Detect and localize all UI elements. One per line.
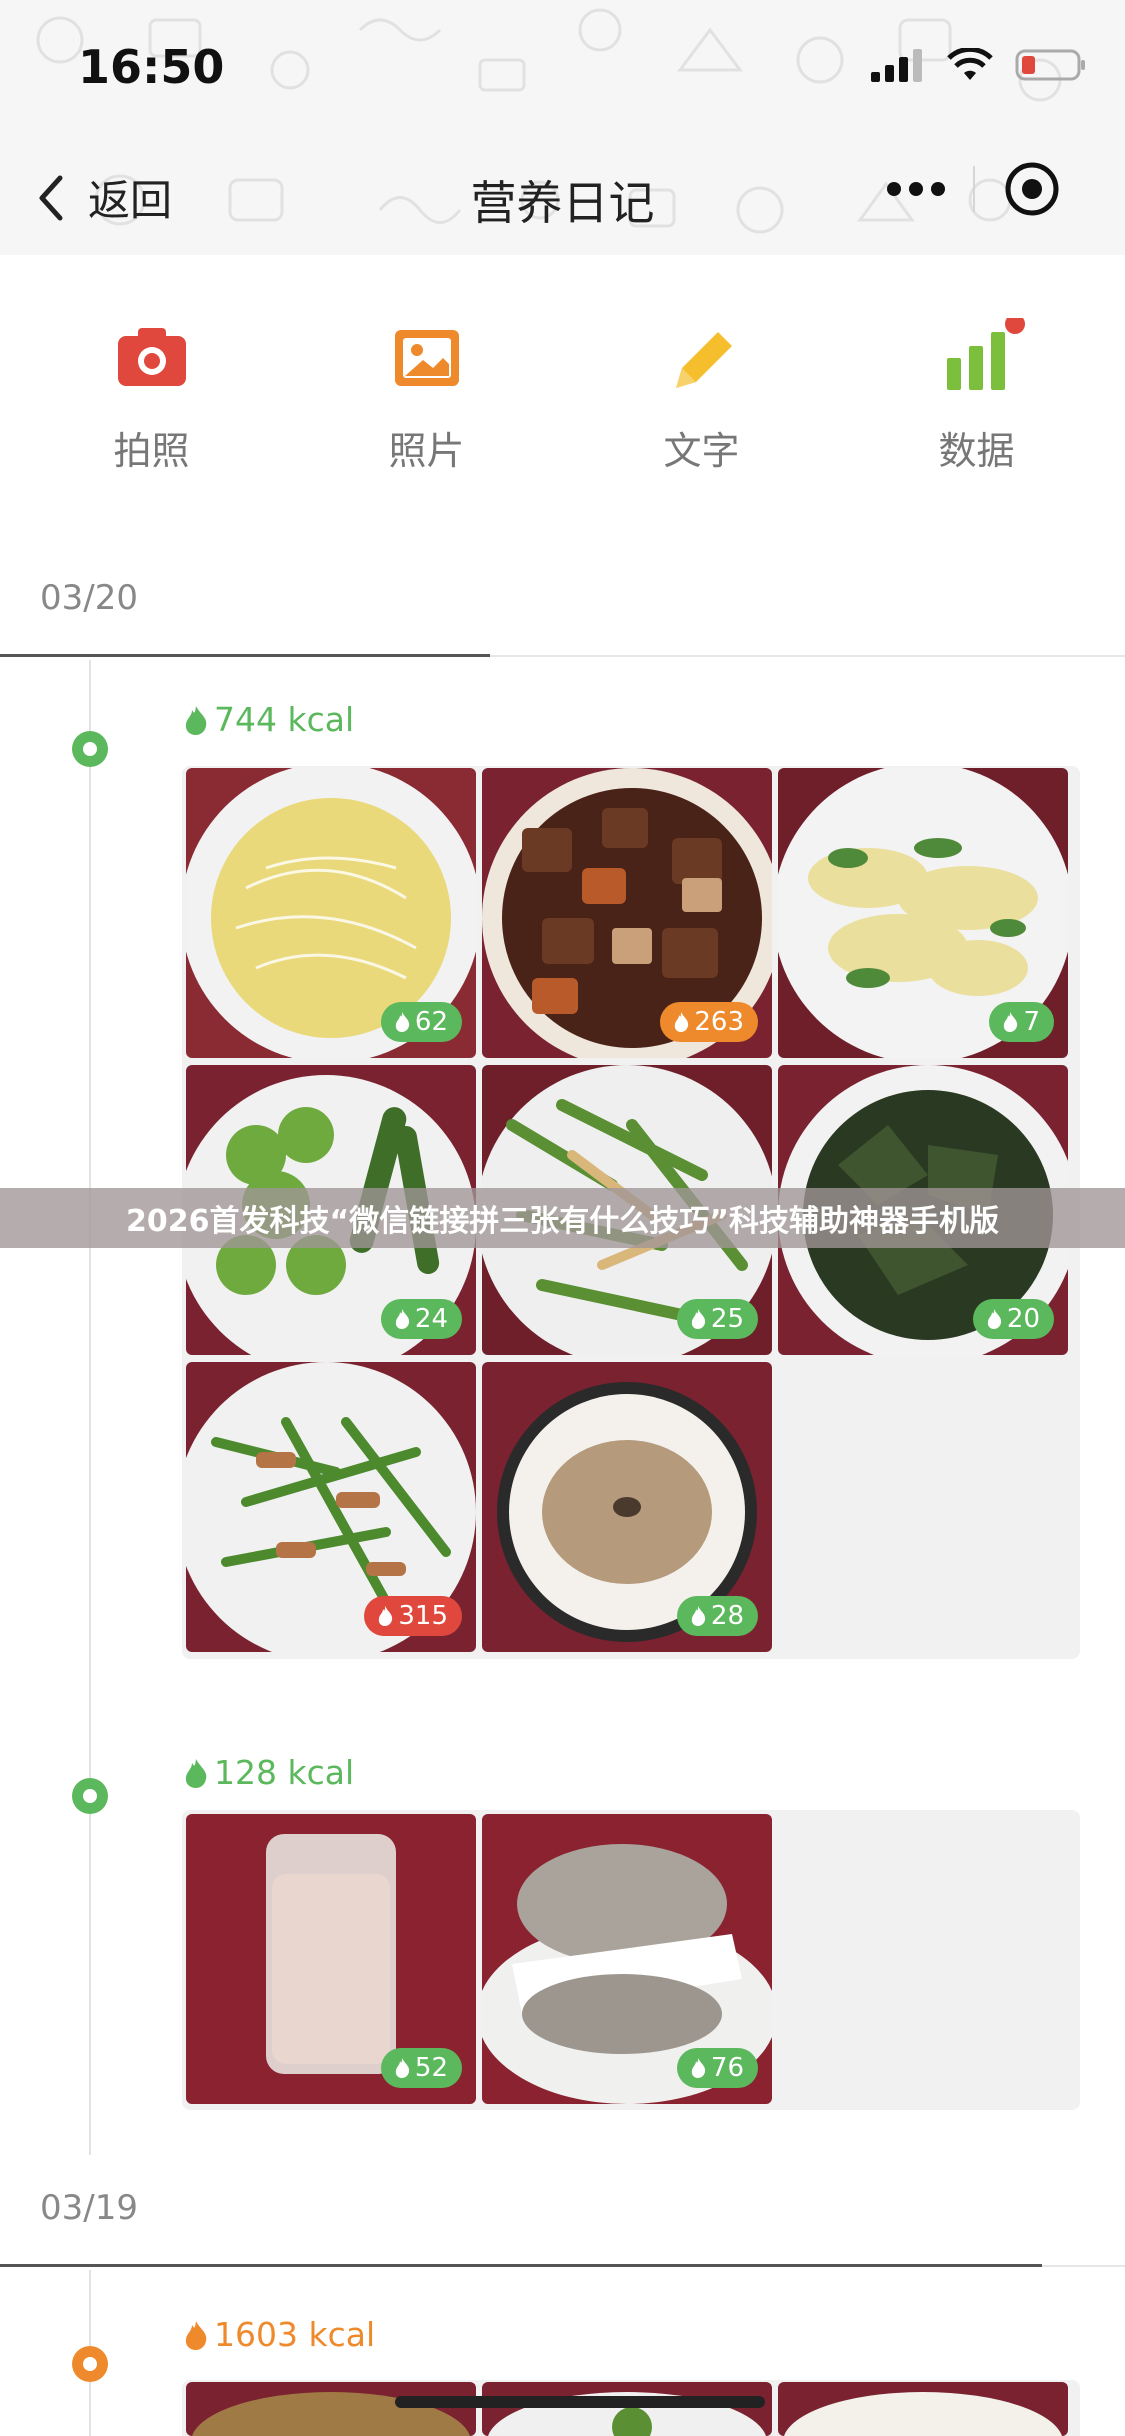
timeline-dot [72,731,108,767]
date-divider-active [0,654,490,657]
photo-kcal-value: 24 [414,1304,448,1334]
mini-program-capsule [859,153,1089,225]
flame-icon [185,705,207,735]
notification-dot [1004,314,1025,334]
meal-photo[interactable] [778,2382,1068,2436]
camera-button[interactable]: 拍照 [14,318,289,488]
date-header-0320: 03/20 [0,570,1125,660]
camera-icon [117,328,186,386]
meal-kcal-label: 744 kcal [214,700,355,739]
more-button[interactable] [859,153,973,225]
photo-kcal-badge: 24 [380,1299,462,1339]
meal-photo-grid: 52 76 [182,1810,1080,2110]
overlay-banner: 2026首发科技“微信链接拼三张有什么技巧”科技辅助神器手机版 [0,1188,1125,1248]
timeline-dot [72,2346,108,2382]
photo-kcal-value: 25 [710,1304,744,1334]
meal-kcal-total: 744 kcal [182,700,354,739]
photo-kcal-badge: 62 [380,1002,462,1042]
text-entry-button[interactable]: 文字 [564,318,839,488]
action-toolbar: 拍照 照片 文字 数据 [0,314,1125,488]
date-divider-active [0,2264,1042,2267]
home-indicator[interactable] [395,2396,765,2408]
food-image-partial [778,2382,1068,2436]
timeline-dot [72,1778,108,1814]
photo-kcal-value: 315 [398,1601,448,1631]
meal-kcal-total: 128 kcal [182,1753,354,1792]
status-bar: 16:50 [0,0,1125,135]
photo-album-button[interactable]: 照片 [289,318,564,488]
meal-photo[interactable]: 62 [186,768,476,1058]
wifi-icon [947,48,993,80]
photo-kcal-value: 76 [710,2053,744,2083]
photo-kcal-badge: 263 [660,1002,758,1042]
flame-icon [395,2058,410,2078]
flame-icon [987,1309,1002,1329]
flame-icon [675,1012,689,1032]
date-label: 03/19 [40,2188,138,2228]
photo-kcal-value: 62 [414,1007,448,1037]
photo-album-label: 照片 [388,429,465,473]
meal-photo[interactable] [186,2382,476,2436]
date-header-0319: 03/19 [0,2180,1125,2270]
photo-kcal-value: 20 [1006,1304,1040,1334]
target-close-icon [1005,162,1059,216]
meal-photo[interactable]: 315 [186,1362,476,1652]
timeline-line [89,660,91,2155]
meal-photo[interactable]: 28 [482,1362,772,1652]
meal-kcal-label: 1603 kcal [214,2315,376,2354]
photo-kcal-badge: 20 [972,1299,1054,1339]
photo-kcal-value: 263 [694,1007,744,1037]
meal-photo[interactable] [482,2382,772,2436]
flame-icon [691,2058,706,2078]
food-image-partial [186,2382,476,2436]
meal-photo-grid [182,2380,1080,2436]
photo-kcal-badge: 25 [676,1299,758,1339]
bar-chart-icon [946,314,1025,390]
data-label: 数据 [938,429,1015,473]
photo-kcal-badge: 315 [364,1596,462,1636]
flame-icon [395,1309,410,1329]
meal-photo[interactable]: 263 [482,768,772,1058]
meal-kcal-total: 1603 kcal [182,2315,375,2354]
photo-kcal-value: 28 [710,1601,744,1631]
navigation-bar: 返回 营养日记 [0,145,1125,240]
flame-icon [691,1309,706,1329]
photo-kcal-value: 52 [414,2053,448,2083]
close-mini-program-button[interactable] [975,153,1089,225]
date-label: 03/20 [40,578,138,618]
photo-kcal-badge: 7 [989,1002,1054,1042]
meal-kcal-label: 128 kcal [214,1753,355,1792]
image-icon [394,330,459,386]
flame-icon [185,2320,207,2350]
status-time: 16:50 [78,40,225,94]
battery-icon [1015,49,1085,81]
photo-kcal-badge: 76 [676,2048,758,2088]
more-dots-icon [887,182,945,196]
camera-label: 拍照 [113,429,190,473]
meal-photo[interactable]: 76 [482,1814,772,2104]
food-image-partial [482,2382,772,2436]
photo-kcal-badge: 28 [676,1596,758,1636]
data-button[interactable]: 数据 [839,314,1114,488]
text-entry-label: 文字 [663,429,740,473]
photo-kcal-badge: 52 [380,2048,462,2088]
flame-icon [395,1012,410,1032]
meal-photo[interactable]: 7 [778,768,1068,1058]
meal-photo[interactable]: 52 [186,1814,476,2104]
cellular-signal-icon [871,49,922,82]
flame-icon [185,1758,207,1788]
header: 16:50 返回 营养日记 [0,0,1125,255]
photo-kcal-value: 7 [1023,1007,1040,1037]
flame-icon [379,1606,393,1626]
flame-icon [691,1606,706,1626]
flame-icon [1004,1012,1018,1032]
status-icons [869,48,1087,82]
pencil-icon [675,332,732,388]
